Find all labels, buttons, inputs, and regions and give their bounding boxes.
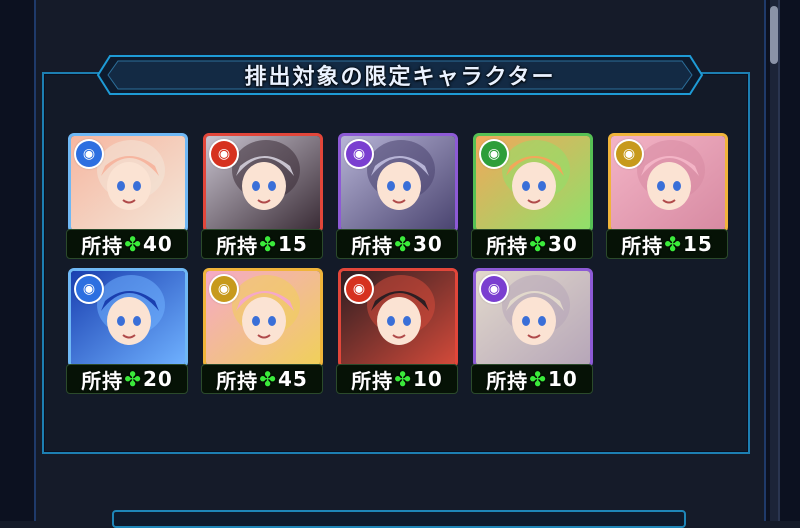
character-portrait[interactable]: ◉ [608, 133, 728, 233]
owned-count-badge: 所持 ✤ 30 [336, 229, 458, 259]
owned-label: 所持 [351, 233, 394, 258]
owned-label: 所持 [486, 368, 529, 393]
clover-icon: ✤ [124, 232, 142, 256]
character-card[interactable]: ◉ 所持 ✤ 10 [471, 268, 593, 398]
clover-icon: ✤ [394, 367, 412, 391]
owned-number: 30 [412, 232, 443, 256]
fire-icon: ◉ [346, 276, 372, 302]
clover-icon: ✤ [259, 232, 277, 256]
water-icon: ◉ [76, 276, 102, 302]
clover-icon: ✤ [529, 232, 547, 256]
clover-icon: ✤ [394, 232, 412, 256]
owned-count-badge: 所持 ✤ 30 [471, 229, 593, 259]
clover-icon: ✤ [124, 367, 142, 391]
character-card[interactable]: ◉ 所持 ✤ 45 [201, 268, 323, 398]
owned-label: 所持 [486, 233, 529, 258]
character-card[interactable]: ◉ 所持 ✤ 10 [336, 268, 458, 398]
section-title: 排出対象の限定キャラクター [244, 65, 556, 90]
owned-label: 所持 [351, 368, 394, 393]
character-portrait[interactable]: ◉ [203, 268, 323, 368]
owned-number: 45 [277, 367, 308, 391]
character-portrait[interactable]: ◉ [68, 133, 188, 233]
character-portrait[interactable]: ◉ [203, 133, 323, 233]
light-icon: ◉ [211, 276, 237, 302]
dark-icon: ◉ [346, 141, 372, 167]
clover-icon: ✤ [529, 367, 547, 391]
character-card[interactable]: ◉ 所持 ✤ 30 [336, 133, 458, 263]
owned-number: 15 [682, 232, 713, 256]
dark-icon: ◉ [481, 276, 507, 302]
owned-label: 所持 [216, 368, 259, 393]
wood-icon: ◉ [481, 141, 507, 167]
owned-count-badge: 所持 ✤ 40 [66, 229, 188, 259]
character-portrait[interactable]: ◉ [473, 133, 593, 233]
fire-icon: ◉ [211, 141, 237, 167]
owned-number: 10 [412, 367, 443, 391]
owned-count-badge: 所持 ✤ 20 [66, 364, 188, 394]
owned-count-badge: 所持 ✤ 10 [336, 364, 458, 394]
section-title-plate: 排出対象の限定キャラクター [96, 54, 704, 96]
owned-count-badge: 所持 ✤ 15 [606, 229, 728, 259]
character-portrait[interactable]: ◉ [68, 268, 188, 368]
character-card[interactable]: ◉ 所持 ✤ 30 [471, 133, 593, 263]
scrollbar-thumb[interactable] [770, 6, 778, 64]
owned-label: 所持 [81, 233, 124, 258]
clover-icon: ✤ [664, 232, 682, 256]
character-card[interactable]: ◉ 所持 ✤ 40 [66, 133, 188, 263]
window-frame-left [0, 0, 36, 521]
owned-count-badge: 所持 ✤ 15 [201, 229, 323, 259]
character-portrait[interactable]: ◉ [473, 268, 593, 368]
character-portrait[interactable]: ◉ [338, 133, 458, 233]
character-portrait[interactable]: ◉ [338, 268, 458, 368]
water-icon: ◉ [76, 141, 102, 167]
owned-label: 所持 [216, 233, 259, 258]
owned-label: 所持 [81, 368, 124, 393]
owned-number: 40 [142, 232, 173, 256]
owned-number: 20 [142, 367, 173, 391]
next-section-plate [112, 510, 686, 528]
owned-number: 10 [547, 367, 578, 391]
character-card[interactable]: ◉ 所持 ✤ 15 [201, 133, 323, 263]
character-card[interactable]: ◉ 所持 ✤ 20 [66, 268, 188, 398]
owned-number: 15 [277, 232, 308, 256]
light-icon: ◉ [616, 141, 642, 167]
clover-icon: ✤ [259, 367, 277, 391]
character-card[interactable]: ◉ 所持 ✤ 15 [606, 133, 728, 263]
owned-count-badge: 所持 ✤ 45 [201, 364, 323, 394]
owned-number: 30 [547, 232, 578, 256]
owned-label: 所持 [621, 233, 664, 258]
scrollbar-track[interactable] [770, 0, 778, 521]
owned-count-badge: 所持 ✤ 10 [471, 364, 593, 394]
